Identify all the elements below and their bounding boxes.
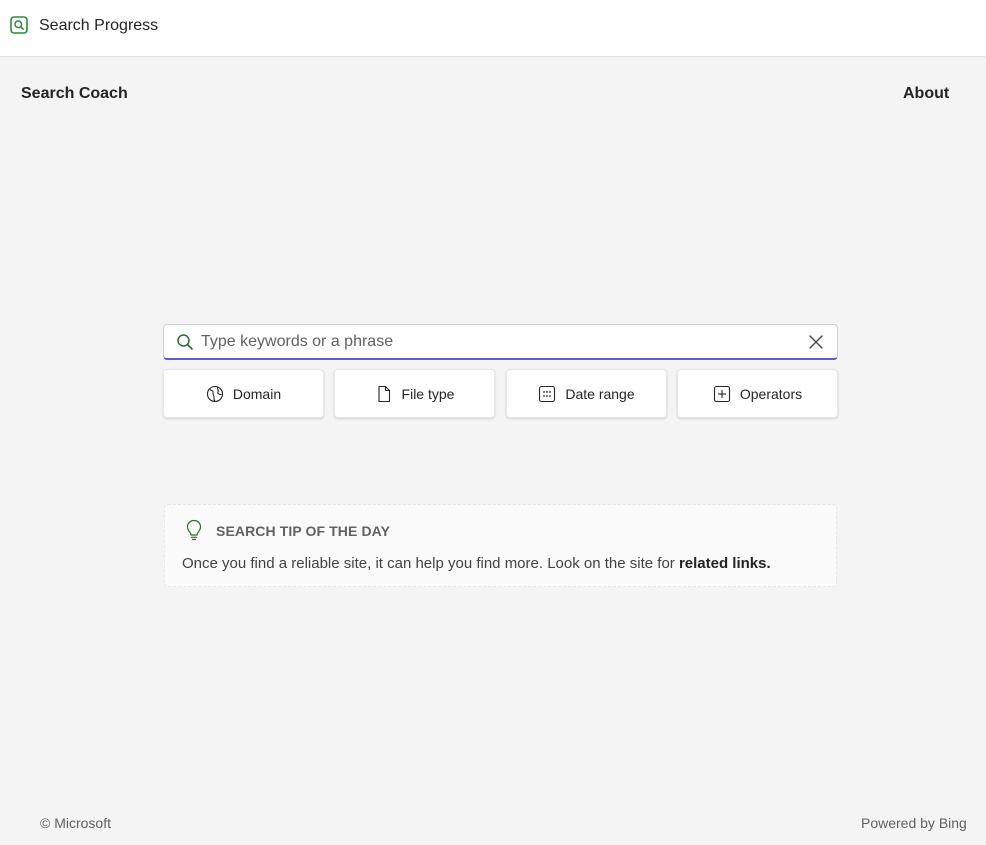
calendar-icon xyxy=(539,385,556,402)
title-bar: Search Progress xyxy=(0,0,986,57)
page-title: Search Coach xyxy=(21,85,128,102)
tip-text: Once you find a reliable site, it can he… xyxy=(182,555,771,573)
search-app-icon xyxy=(10,16,28,34)
app-title: Search Progress xyxy=(39,17,159,34)
search-icon xyxy=(177,334,193,350)
powered-by-text: Powered by Bing xyxy=(861,815,967,831)
about-link[interactable]: About xyxy=(903,84,949,104)
search-input[interactable] xyxy=(201,329,791,355)
search-tip-card: SEARCH TIP OF THE DAY Once you find a re… xyxy=(164,504,837,587)
close-icon[interactable] xyxy=(807,333,825,351)
tip-title: SEARCH TIP OF THE DAY xyxy=(216,523,391,539)
date-range-filter-label: Date range xyxy=(565,385,635,402)
lightbulb-icon xyxy=(186,519,202,541)
copyright-text: © Microsoft xyxy=(40,815,111,831)
globe-icon xyxy=(206,385,223,402)
file-type-filter-label: File type xyxy=(401,385,455,402)
date-range-filter-button[interactable]: Date range xyxy=(506,369,667,418)
domain-filter-label: Domain xyxy=(232,385,282,402)
document-icon xyxy=(377,385,390,402)
operators-filter-label: Operators xyxy=(739,385,803,402)
tip-text-body: Once you find a reliable site, it can he… xyxy=(182,555,679,572)
plus-square-icon xyxy=(713,385,730,402)
tip-text-emphasis: related links. xyxy=(678,555,771,572)
file-type-filter-button[interactable]: File type xyxy=(334,369,495,418)
search-box[interactable] xyxy=(163,324,838,360)
operators-filter-button[interactable]: Operators xyxy=(677,369,838,418)
domain-filter-button[interactable]: Domain xyxy=(163,369,324,418)
